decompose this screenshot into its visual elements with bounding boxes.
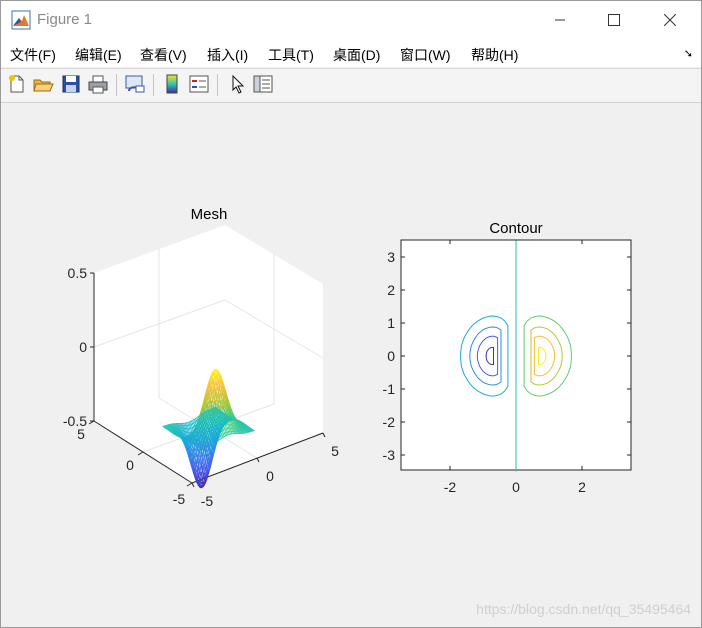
mesh-line [168,427,170,429]
toolbar-separator [217,74,218,96]
mesh-line [177,435,179,438]
y-tick-label: 1 [387,315,395,331]
y-tick-label: -2 [383,414,396,430]
menu-bar: 文件(F) 编辑(E) 查看(V) 插入(I) 工具(T) 桌面(D) 窗口(W… [1,39,701,67]
minimize-button[interactable] [537,1,583,39]
x-tick-label: 5 [331,443,339,459]
close-button[interactable] [647,1,693,39]
mesh-line [238,428,240,430]
mesh-line [209,408,212,410]
y-tick-label: 5 [77,426,85,442]
contour-title: Contour [489,220,542,237]
mesh-line [230,424,232,426]
mesh-title: Mesh [191,206,228,223]
toolbar-separator [116,74,117,96]
menu-help[interactable]: 帮助(H) [471,45,518,65]
menu-desktop[interactable]: 桌面(D) [333,45,380,65]
property-editor-icon[interactable] [252,73,274,95]
menu-edit[interactable]: 编辑(E) [75,45,122,65]
mesh-line [176,434,178,437]
maximize-icon [608,14,620,26]
y-tick-label: 2 [387,282,395,298]
link-plot-icon[interactable] [124,73,146,95]
y-tick-label: 0 [126,457,134,473]
toolbar-separator [153,74,154,96]
mesh-line [215,408,218,410]
mesh-line [240,426,242,428]
open-file-icon[interactable] [32,73,54,95]
x-tick-label: 0 [266,468,274,484]
z-tick-label: 0.5 [68,265,88,281]
toolbar [1,68,701,103]
mesh-line [238,426,241,429]
x-tick-label: 0 [512,479,520,495]
menu-view[interactable]: 查看(V) [140,45,187,65]
print-icon[interactable] [87,73,109,95]
mesh-line [162,426,164,428]
save-icon[interactable] [60,73,82,95]
y-tick-label: -3 [383,447,396,463]
watermark: https://blog.csdn.net/qq_35495464 [476,601,691,617]
mesh-line [236,427,239,429]
mesh-line [188,421,191,423]
title-bar: Figure 1 [1,1,701,39]
mesh-line [163,425,166,427]
mesh-line [169,430,171,433]
legend-icon[interactable] [188,73,210,95]
mesh-line [174,434,176,436]
mesh-line [240,425,243,427]
mesh-line [212,407,214,409]
mesh-line [241,424,243,426]
menu-file[interactable]: 文件(F) [10,45,56,65]
mesh-axes[interactable]: Mesh 0.5 0 -0.5 5 0 -5 -5 0 5 [63,206,339,509]
matlab-icon [11,10,31,30]
colorbar-icon[interactable] [161,73,183,95]
x-tick-label: 2 [578,479,586,495]
mesh-line [239,427,242,429]
maximize-button[interactable] [591,1,637,39]
new-figure-icon[interactable] [6,73,28,95]
pointer-icon[interactable] [227,73,249,95]
contour-axes[interactable]: Contour -2 0 2 3 2 1 0 -1 -2 -3 [383,220,632,495]
y-tick-label: -1 [383,381,396,397]
x-tick-label: -5 [201,493,214,509]
mesh-line [165,425,167,427]
menu-tools[interactable]: 工具(T) [268,45,314,65]
window-title: Figure 1 [37,11,93,28]
y-tick-label: -5 [173,491,186,507]
z-tick-label: 0 [79,339,87,355]
close-icon [664,14,676,26]
menu-insert[interactable]: 插入(I) [207,45,248,65]
mesh-line [175,434,178,436]
y-tick-label: 0 [387,348,395,364]
menu-window[interactable]: 窗口(W) [400,45,451,65]
dock-arrow-icon[interactable]: ➘ [684,47,693,60]
figure-window: Figure 1 文件(F) 编辑(E) 查看(V) 插入(I) 工具(T) 桌… [0,0,702,628]
figure-canvas: Mesh 0.5 0 -0.5 5 0 -5 -5 0 5 Contour -2… [63,206,632,509]
mesh-line [213,408,215,410]
y-tick-label: 3 [387,249,395,265]
x-tick-label: -2 [444,479,457,495]
minimize-icon [555,19,565,21]
